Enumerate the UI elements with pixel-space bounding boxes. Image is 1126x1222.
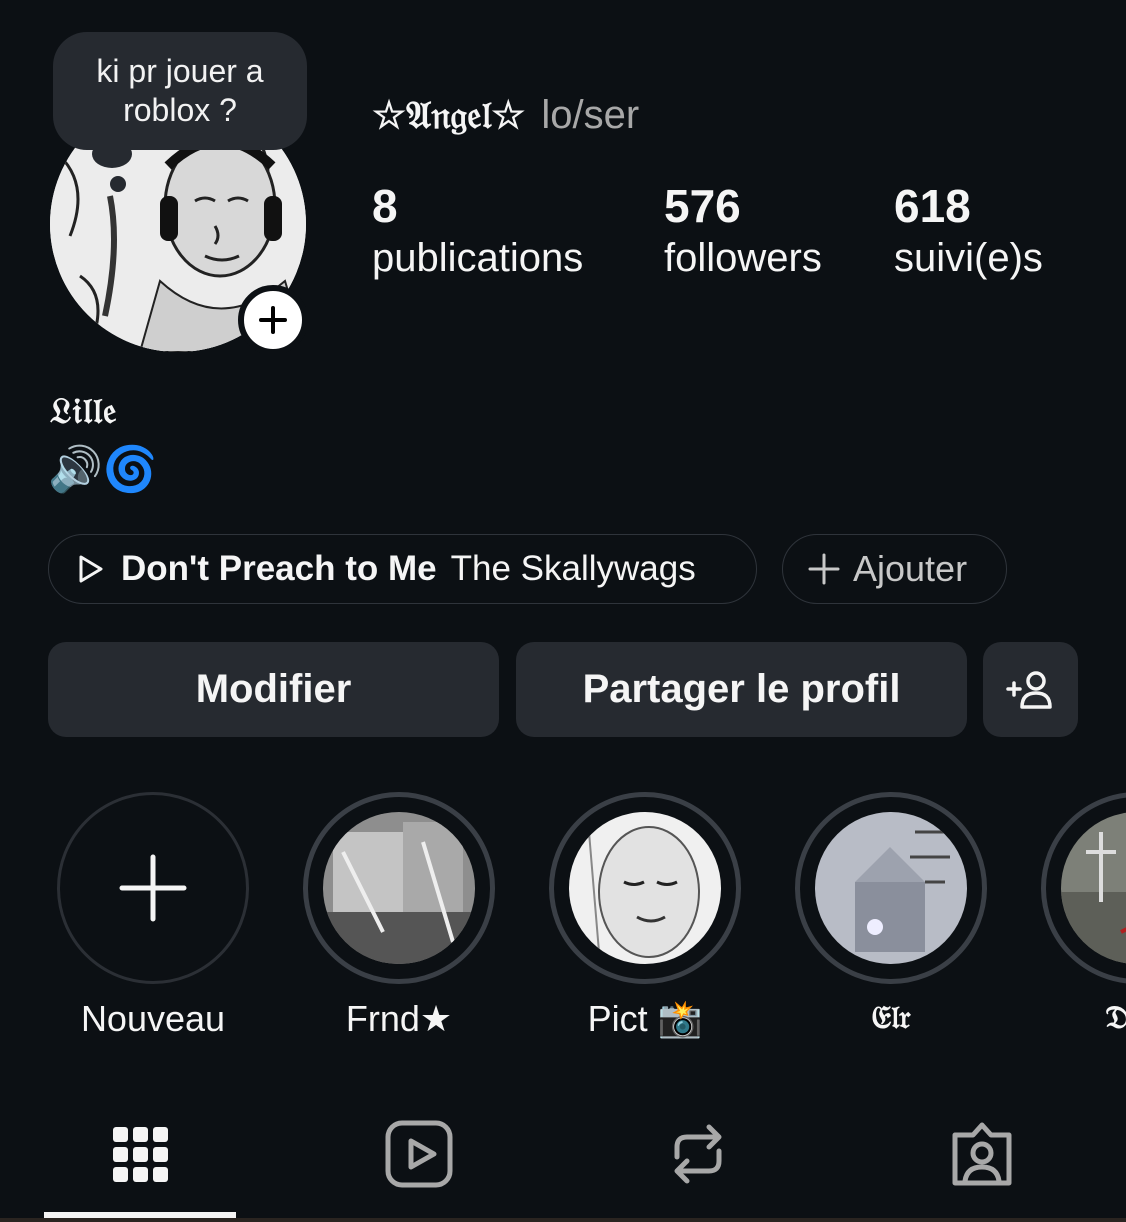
following-label: suivi(e)s: [894, 236, 1043, 280]
share-profile-label: Partager le profil: [582, 667, 901, 711]
highlight-label: Frnd★: [345, 998, 453, 1039]
grid-icon: [113, 1127, 168, 1182]
highlight-new-ring: [57, 792, 249, 984]
highlight-label: 𝔈𝔩𝔯: [871, 998, 911, 1036]
highlight-new[interactable]: Nouveau: [57, 792, 249, 1040]
add-person-icon: [1005, 670, 1052, 709]
profile-music-chip[interactable]: Don't Preach to Me The Skallywags: [48, 534, 757, 604]
highlight-cover: [569, 812, 721, 964]
tagged-icon: [952, 1122, 1012, 1186]
following-count: 618: [894, 180, 971, 232]
profile-page: ki pr jouer a roblox ? ☆𝔄𝔫𝔤𝔢𝔩☆ lo/ser 8 …: [0, 0, 1126, 1222]
note-bubble[interactable]: ki pr jouer a roblox ?: [53, 32, 307, 150]
note-text: ki pr jouer a roblox ?: [96, 53, 264, 128]
add-story-button[interactable]: [238, 285, 308, 355]
share-profile-button[interactable]: Partager le profil: [516, 642, 967, 737]
highlight-cover: [1061, 812, 1126, 964]
highlight-label: Nouveau: [80, 998, 226, 1039]
name-row: ☆𝔄𝔫𝔤𝔢𝔩☆ lo/ser: [372, 92, 639, 138]
reels-icon: [385, 1120, 453, 1188]
song-artist: The Skallywags: [450, 549, 696, 588]
edit-profile-button[interactable]: Modifier: [48, 642, 499, 737]
stat-followers[interactable]: 576 followers: [664, 180, 822, 284]
plus-icon: [259, 306, 287, 334]
highlight-dum[interactable]: 𝔇𝔲𝔪: [1041, 792, 1126, 1037]
highlight-ring: [549, 792, 741, 984]
grid-preview-strip: [0, 1218, 1126, 1222]
plus-icon: [808, 553, 840, 585]
pronouns: lo/ser: [541, 93, 640, 137]
display-name: ☆𝔄𝔫𝔤𝔢𝔩☆: [372, 92, 526, 137]
highlight-frnd[interactable]: Frnd★: [303, 792, 495, 1040]
highlight-elr[interactable]: 𝔈𝔩𝔯: [795, 792, 987, 1037]
add-link-label: Ajouter: [853, 548, 968, 589]
followers-count: 576: [664, 180, 741, 232]
highlight-cover: [323, 812, 475, 964]
bio-emoji: 🔊🌀: [48, 445, 158, 494]
highlight-label: 𝔇𝔲𝔪: [1105, 998, 1126, 1036]
highlight-ring: [795, 792, 987, 984]
bio-city: 𝔏𝔦𝔩𝔩𝔢: [50, 390, 118, 432]
followers-label: followers: [664, 236, 822, 280]
posts-count: 8: [372, 180, 398, 232]
highlight-pict[interactable]: Pict 📸: [549, 792, 741, 1040]
note-tail-dot: [110, 176, 126, 192]
tab-reels[interactable]: [374, 1112, 464, 1196]
plus-icon: [119, 854, 187, 922]
highlight-cover: [815, 812, 967, 964]
highlight-ring: [303, 792, 495, 984]
tab-tagged[interactable]: [937, 1112, 1027, 1196]
posts-label: publications: [372, 236, 584, 280]
tab-reposts[interactable]: [653, 1112, 743, 1196]
stat-following[interactable]: 618 suivi(e)s: [894, 180, 1043, 284]
edit-profile-label: Modifier: [195, 667, 352, 711]
reposts-icon: [674, 1124, 722, 1184]
add-link-button[interactable]: Ajouter: [782, 534, 1007, 604]
tab-posts-grid[interactable]: [95, 1112, 185, 1196]
highlight-ring: [1041, 792, 1126, 984]
discover-people-button[interactable]: [983, 642, 1078, 737]
song-title: Don't Preach to Me: [121, 549, 437, 588]
highlight-label: Pict 📸: [587, 998, 703, 1039]
stat-posts[interactable]: 8 publications: [372, 180, 583, 284]
play-icon: [79, 555, 103, 583]
